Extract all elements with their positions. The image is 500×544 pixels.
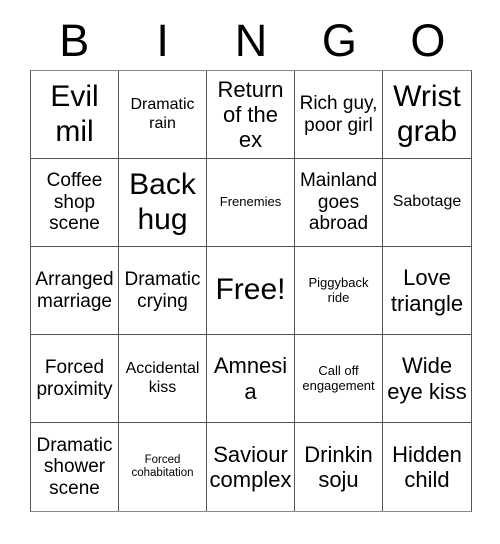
- bingo-cell[interactable]: Accidental kiss: [119, 335, 207, 423]
- bingo-cell[interactable]: Call off engagement: [295, 335, 383, 423]
- bingo-header-letter-i: I: [156, 14, 169, 66]
- bingo-cell-label: Wrist grab: [393, 80, 461, 148]
- bingo-cell-label: Amnesia: [213, 353, 288, 404]
- bingo-cell-label: Arranged marriage: [35, 268, 114, 312]
- bingo-cell-label: Wide eye kiss: [387, 353, 467, 404]
- bingo-cell-label: Dramatic crying: [124, 268, 201, 312]
- bingo-cell[interactable]: Frenemies: [207, 159, 295, 247]
- bingo-cell-label: Rich guy, poor girl: [299, 92, 378, 136]
- bingo-cell[interactable]: Rich guy, poor girl: [295, 71, 383, 159]
- bingo-cell-label: Return of the ex: [217, 76, 284, 153]
- bingo-cell[interactable]: Wrist grab: [383, 71, 471, 159]
- bingo-cell-label: Love triangle: [390, 265, 464, 316]
- bingo-grid: Evil mil Dramatic rain Return of the ex …: [30, 70, 472, 512]
- bingo-cell-label: Coffee shop scene: [46, 170, 103, 235]
- bingo-header-letter-o: O: [410, 14, 446, 66]
- bingo-cell[interactable]: Dramatic rain: [119, 71, 207, 159]
- bingo-cell-label: Hidden child: [392, 441, 462, 492]
- bingo-cell-label: Dramatic shower scene: [36, 434, 113, 499]
- bingo-cell[interactable]: Drinkin soju: [295, 423, 383, 511]
- bingo-cell[interactable]: Mainland goes abroad: [295, 159, 383, 247]
- bingo-cell-free[interactable]: Free!: [207, 247, 295, 335]
- bingo-cell[interactable]: Wide eye kiss: [383, 335, 471, 423]
- bingo-cell[interactable]: Love triangle: [383, 247, 471, 335]
- bingo-cell-label: Call off engagement: [302, 362, 375, 393]
- bingo-header-letter-n: N: [234, 14, 268, 66]
- bingo-card: B I N G O Evil mil Dramatic rain Return …: [0, 0, 500, 544]
- bingo-cell-label: Evil mil: [50, 80, 99, 148]
- bingo-header-letter-g: G: [321, 14, 357, 66]
- bingo-cell-label: Mainland goes abroad: [299, 170, 378, 235]
- bingo-cell[interactable]: Evil mil: [31, 71, 119, 159]
- bingo-cell-label: Frenemies: [219, 194, 282, 210]
- bingo-cell[interactable]: Amnesia: [207, 335, 295, 423]
- bingo-cell-label: Dramatic rain: [130, 96, 195, 132]
- bingo-cell[interactable]: Coffee shop scene: [31, 159, 119, 247]
- bingo-cell[interactable]: Sabotage: [383, 159, 471, 247]
- bingo-cell-label: Piggyback ride: [308, 274, 369, 305]
- bingo-cell[interactable]: Forced proximity: [31, 335, 119, 423]
- bingo-cell[interactable]: Dramatic crying: [119, 247, 207, 335]
- bingo-cell-label: Free!: [215, 273, 286, 307]
- bingo-cell-label: Forced cohabitation: [131, 453, 194, 479]
- bingo-cell-label: Accidental kiss: [125, 360, 200, 396]
- bingo-cell[interactable]: Dramatic shower scene: [31, 423, 119, 511]
- bingo-cell[interactable]: Piggyback ride: [295, 247, 383, 335]
- bingo-header-row: B I N G O: [30, 12, 472, 68]
- bingo-cell-label: Saviour complex: [209, 441, 292, 492]
- bingo-cell-label: Forced proximity: [36, 356, 113, 400]
- bingo-cell[interactable]: Hidden child: [383, 423, 471, 511]
- bingo-cell[interactable]: Saviour complex: [207, 423, 295, 511]
- bingo-cell[interactable]: Return of the ex: [207, 71, 295, 159]
- bingo-cell-label: Back hug: [129, 168, 196, 236]
- bingo-cell-label: Sabotage: [392, 193, 462, 211]
- bingo-header-letter-b: B: [59, 14, 90, 66]
- bingo-cell[interactable]: Back hug: [119, 159, 207, 247]
- bingo-cell-label: Drinkin soju: [304, 441, 373, 492]
- bingo-cell[interactable]: Forced cohabitation: [119, 423, 207, 511]
- bingo-cell[interactable]: Arranged marriage: [31, 247, 119, 335]
